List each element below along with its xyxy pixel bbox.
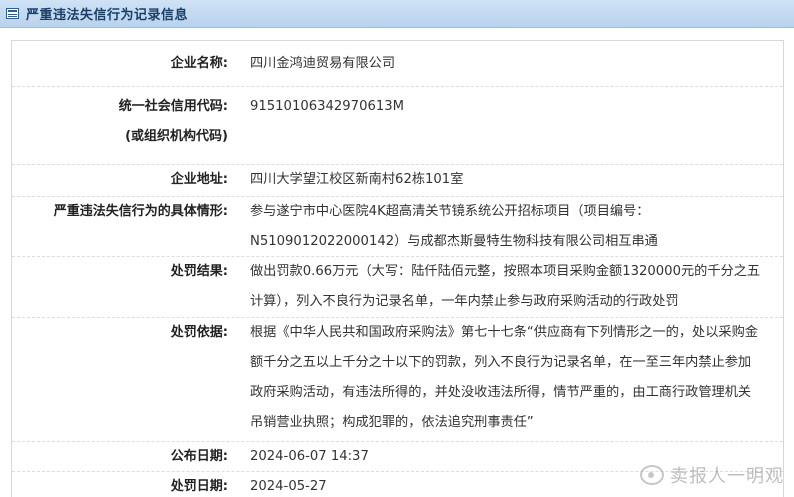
- company-name-value: 四川金鸿迪贸易有限公司: [250, 56, 396, 71]
- address-value: 四川大学望江校区新南村62栋101室: [250, 172, 464, 187]
- panel-title: 严重违法失信行为记录信息: [26, 8, 189, 23]
- result-value: 做出罚款0.66万元（大写：陆仟陆佰元整，按照本项目采购金额1320000元的千…: [250, 264, 761, 309]
- watermark-text: 卖报人一明观: [670, 466, 784, 487]
- publish-date-label: 公布日期:: [170, 449, 228, 464]
- row-basis: 处罚依据: 根据《中华人民共和国政府采购法》第七十七条“供应商有下列情形之一的，…: [12, 318, 783, 442]
- row-credit-code: 统一社会信用代码: (或组织机构代码) 91510106342970613M: [12, 87, 783, 165]
- list-icon: [6, 8, 19, 19]
- penalty-date-label: 处罚日期:: [170, 479, 228, 494]
- row-result: 处罚结果: 做出罚款0.66万元（大写：陆仟陆佰元整，按照本项目采购金额1320…: [12, 257, 783, 318]
- company-name-label: 企业名称:: [170, 56, 228, 71]
- basis-label: 处罚依据:: [170, 325, 228, 340]
- watermark: 卖报人一明观: [640, 462, 784, 488]
- address-label: 企业地址:: [170, 172, 228, 187]
- credit-code-value: 91510106342970613M: [250, 99, 405, 114]
- situation-value: 参与遂宁市中心医院4K超高清关节镜系统公开招标项目（项目编号：N51090120…: [250, 204, 658, 249]
- weibo-logo-icon: [640, 465, 664, 485]
- result-label: 处罚结果:: [170, 264, 228, 279]
- credit-code-label: 统一社会信用代码: (或组织机构代码): [12, 92, 242, 164]
- credit-code-label-line1: 统一社会信用代码:: [118, 99, 228, 114]
- row-address: 企业地址: 四川大学望江校区新南村62栋101室: [12, 165, 783, 197]
- record-card: 企业名称: 四川金鸿迪贸易有限公司 统一社会信用代码: (或组织机构代码) 91…: [11, 40, 784, 497]
- row-company-name: 企业名称: 四川金鸿迪贸易有限公司: [12, 41, 783, 87]
- panel-header: 严重违法失信行为记录信息: [0, 0, 794, 28]
- situation-label: 严重违法失信行为的具体情形:: [53, 204, 228, 219]
- credit-code-label-line2: (或组织机构代码): [125, 129, 228, 144]
- basis-value: 根据《中华人民共和国政府采购法》第七十七条“供应商有下列情形之一的，处以采购金额…: [250, 325, 758, 430]
- row-situation: 严重违法失信行为的具体情形: 参与遂宁市中心医院4K超高清关节镜系统公开招标项目…: [12, 197, 783, 257]
